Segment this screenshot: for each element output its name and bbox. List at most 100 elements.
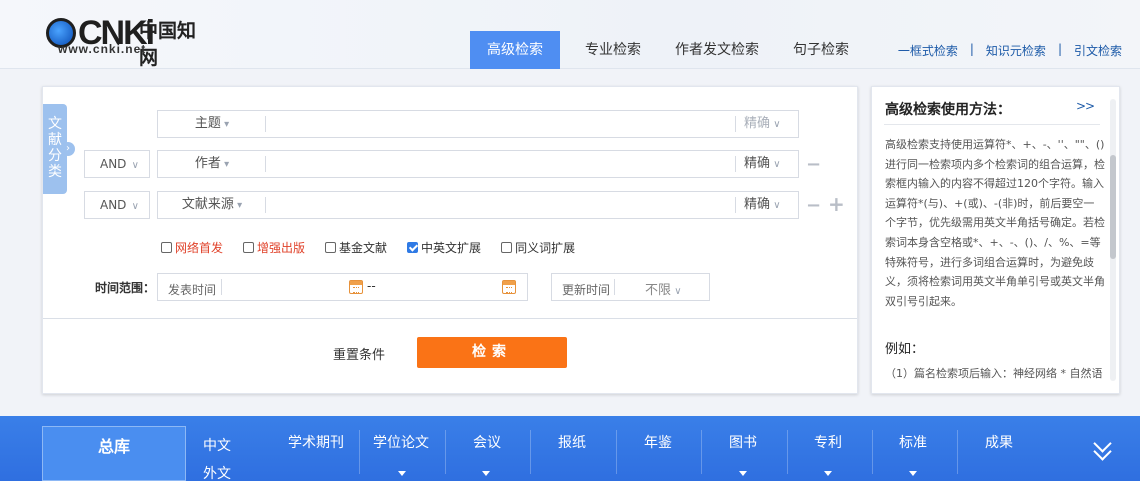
logic-operator-select[interactable]: AND ∨	[84, 191, 150, 219]
divider	[43, 318, 857, 319]
scrollbar-thumb[interactable]	[1110, 155, 1116, 259]
search-input-source[interactable]	[270, 194, 730, 216]
checkbox-enhanced-publishing[interactable]: 增强出版	[243, 239, 305, 256]
match-select[interactable]: 精确 ∨	[744, 151, 781, 177]
field-select-label: 作者	[194, 156, 221, 171]
db-standards[interactable]: 标准	[899, 432, 927, 452]
help-title: 高级检索使用方法：	[885, 102, 1011, 118]
chevron-down-icon: ∨	[770, 200, 781, 211]
tab-sentence-search[interactable]: 句子检索	[776, 31, 866, 69]
publish-date-label: 发表时间	[168, 283, 217, 297]
help-example-title: 例如：	[885, 342, 925, 357]
calendar-icon[interactable]	[349, 280, 363, 294]
checkbox-box[interactable]	[501, 242, 513, 253]
checkbox-label: 中英文扩展	[421, 241, 482, 255]
match-select[interactable]: 精确 ∨	[744, 111, 781, 137]
checkbox-cn-en-expand[interactable]: 中英文扩展	[407, 239, 481, 256]
link-separator: |	[969, 42, 974, 56]
divider	[872, 430, 873, 474]
update-time-value[interactable]: 不限 ∨	[645, 279, 682, 298]
database-bar: 总库 中文 外文 学术期刊 学位论文 会议 报纸 年鉴 图书 专利 标准 成果	[0, 416, 1140, 481]
db-newspapers[interactable]: 报纸	[558, 432, 586, 452]
help-example-text: （1）篇名检索项后输入：神经网络 * 自然语	[885, 367, 1103, 380]
db-chinese[interactable]: 中文	[203, 432, 231, 460]
checkbox-box[interactable]	[325, 242, 337, 253]
checkbox-box-checked[interactable]	[407, 242, 419, 253]
db-patents[interactable]: 专利	[814, 432, 842, 452]
divider	[614, 279, 615, 295]
tab-advanced-search[interactable]: 高级检索	[470, 31, 560, 69]
caret-down-icon	[909, 471, 917, 476]
chevron-down-icon: ▾	[220, 159, 230, 170]
filter-checkboxes: 网络首发 增强出版 基金文献 中英文扩展 同义词扩展	[161, 239, 595, 256]
chevron-down-icon: ∨	[128, 160, 139, 171]
db-dissertations[interactable]: 学位论文	[373, 432, 429, 452]
checkbox-box[interactable]	[161, 242, 172, 253]
field-select-author[interactable]: 作者 ▾	[158, 151, 266, 177]
divider	[957, 430, 958, 474]
help-scrollbar[interactable]	[1110, 99, 1116, 381]
checkbox-label: 增强出版	[257, 241, 306, 255]
divider	[735, 156, 736, 172]
db-foreign[interactable]: 外文	[203, 460, 231, 481]
cnki-logo[interactable]: CNKi 中国知网 www.cnki.net	[44, 12, 214, 69]
logic-operator-select[interactable]: AND ∨	[84, 150, 150, 178]
chevron-down-icon: ∨	[770, 119, 781, 130]
chevron-down-icon: ∨	[770, 159, 781, 170]
time-range-row: 时间范围： 发表时间 -- 更新时间 不限 ∨	[43, 273, 859, 301]
calendar-icon[interactable]	[502, 280, 516, 294]
quick-links: 一框式检索 | 知识元检索 | 引文检索	[898, 42, 1122, 59]
publish-date-range: 发表时间 --	[157, 273, 528, 301]
tab-author-search[interactable]: 作者发文检索	[658, 31, 776, 69]
search-input-author[interactable]	[270, 153, 730, 175]
field-select-source[interactable]: 文献来源 ▾	[158, 192, 266, 218]
checkbox-box[interactable]	[243, 242, 255, 253]
range-separator: --	[367, 279, 376, 293]
remove-row-button[interactable]: −	[806, 195, 821, 216]
caret-down-icon	[824, 471, 832, 476]
help-more-link[interactable]: >>	[1076, 99, 1095, 113]
header: CNKi 中国知网 www.cnki.net 高级检索 专业检索 作者发文检索 …	[0, 0, 1140, 69]
link-citation-search[interactable]: 引文检索	[1074, 42, 1122, 59]
divider	[701, 430, 702, 474]
field-select-subject[interactable]: 主题 ▾	[158, 111, 266, 137]
remove-row-button[interactable]: −	[806, 154, 821, 175]
db-books[interactable]: 图书	[729, 432, 757, 452]
checkbox-label: 基金文献	[339, 241, 388, 255]
divider	[445, 430, 446, 474]
logo-url: www.cnki.net	[58, 42, 147, 56]
db-journals[interactable]: 学术期刊	[288, 432, 344, 452]
caret-down-icon	[482, 471, 490, 476]
db-language-switch[interactable]: 中文 外文	[203, 432, 231, 481]
checkbox-synonym-expand[interactable]: 同义词扩展	[501, 239, 575, 256]
db-achievements[interactable]: 成果	[985, 432, 1013, 452]
db-conferences[interactable]: 会议	[473, 432, 501, 452]
db-all[interactable]: 总库	[42, 426, 186, 481]
divider	[884, 124, 1100, 125]
divider	[221, 279, 222, 295]
match-label: 精确	[744, 156, 771, 171]
db-yearbooks[interactable]: 年鉴	[644, 432, 672, 452]
logo-chinese-name: 中国知网	[139, 20, 197, 69]
search-button[interactable]: 检索	[417, 337, 567, 368]
divider	[787, 430, 788, 474]
link-knowledge-search[interactable]: 知识元检索	[986, 42, 1046, 59]
checkbox-fund-literature[interactable]: 基金文献	[325, 239, 387, 256]
caret-down-icon	[398, 471, 406, 476]
tab-professional-search[interactable]: 专业检索	[568, 31, 658, 69]
checkbox-online-first[interactable]: 网络首发	[161, 239, 223, 256]
add-row-button[interactable]: +	[828, 192, 845, 216]
divider	[265, 197, 266, 213]
update-time-select[interactable]: 更新时间 不限 ∨	[551, 273, 710, 301]
divider	[616, 430, 617, 474]
update-time-label: 更新时间	[562, 283, 611, 297]
search-field: 主题 ▾ 精确 ∨	[157, 110, 799, 138]
reset-button[interactable]: 重置条件	[333, 344, 385, 363]
help-text: 高级检索支持使用运算符*、+、-、''、""、()进行同一检索项内多个检索词的组…	[885, 138, 1105, 308]
link-basic-search[interactable]: 一框式检索	[898, 42, 958, 59]
match-select[interactable]: 精确 ∨	[744, 192, 781, 218]
expand-databases-icon[interactable]	[1093, 437, 1113, 461]
advanced-search-panel: 文献分类 › 主题 ▾ 精确 ∨ AND ∨ 作者 ▾ 精确 ∨ − AND ∨…	[42, 86, 858, 394]
chevron-down-icon: ∨	[671, 286, 682, 297]
search-input-subject[interactable]	[270, 113, 730, 135]
